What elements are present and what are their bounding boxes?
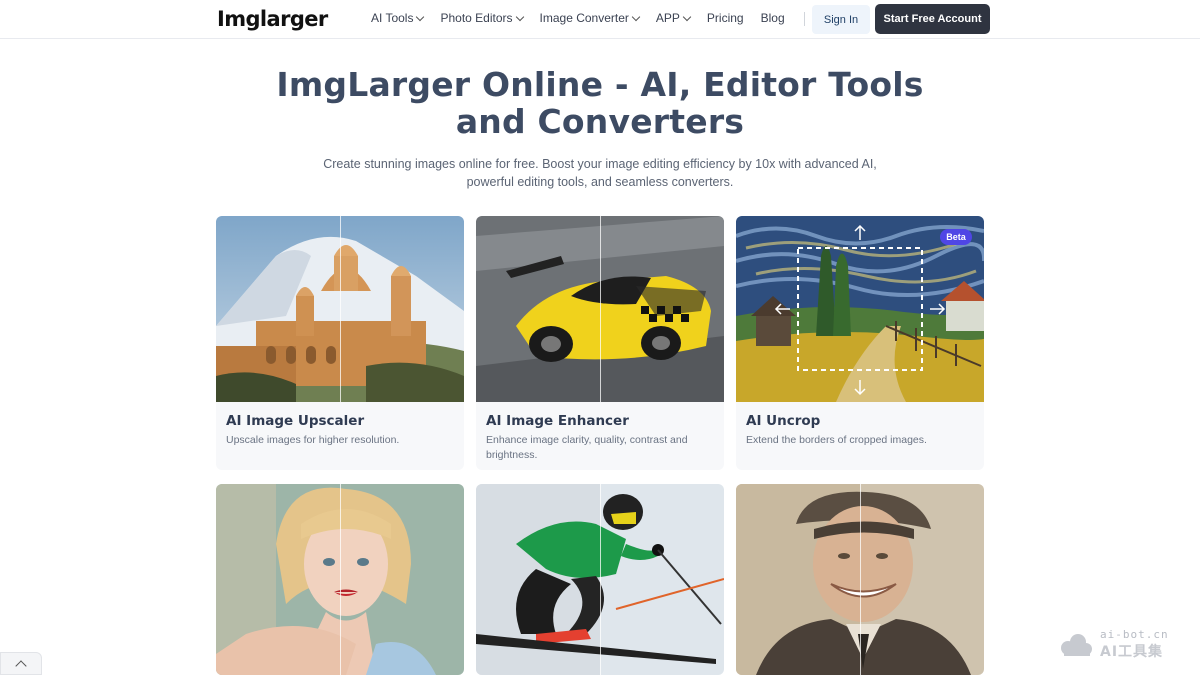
page-subtitle: Create stunning images online for free. … (320, 155, 880, 191)
sign-in-button[interactable]: Sign In (812, 5, 870, 34)
page-title-line: and Converters (455, 102, 745, 141)
nav-blog[interactable]: Blog (761, 11, 785, 25)
card-description: Upscale images for higher resolution. (226, 434, 400, 446)
page-title: ImgLarger Online - AI, Editor Tools and … (250, 66, 950, 140)
card-image-painted-landscape: Beta (736, 216, 984, 402)
card-description: Extend the borders of cropped images. (746, 434, 927, 446)
main-nav: AI Tools Photo Editors Image Converter A… (371, 11, 802, 25)
watermark-domain: ai-bot.cn (1100, 628, 1169, 641)
start-free-account-button[interactable]: Start Free Account (875, 4, 990, 34)
watermark-brand: AI工具集 (1100, 644, 1164, 660)
page-subtitle-line: powerful editing tools, and seamless con… (466, 175, 734, 189)
comparison-divider[interactable] (600, 216, 601, 402)
nav-app[interactable]: APP (655, 11, 692, 25)
chevron-down-icon (631, 12, 641, 21)
nav-pricing[interactable]: Pricing (707, 11, 744, 25)
tool-card-ai-image-upscaler[interactable]: AI Image Upscaler Upscale images for hig… (216, 216, 464, 470)
card-description: Enhance image clarity, quality, contrast… (486, 434, 688, 461)
chevron-down-icon (682, 12, 692, 21)
tool-card-portrait[interactable] (216, 484, 464, 675)
card-image-skier (476, 484, 724, 675)
chevron-down-icon (515, 12, 524, 21)
chevron-down-icon (416, 12, 425, 21)
nav-label: Photo Editors (440, 11, 513, 25)
watermark: ai-bot.cn AI工具集 (1056, 628, 1186, 660)
tool-card-ai-uncrop[interactable]: Beta AI Uncrop Extend the borders of cro… (736, 216, 984, 470)
comparison-divider[interactable] (600, 484, 601, 675)
card-image-old-man-portrait (736, 484, 984, 675)
cloud-logo-icon (1061, 634, 1092, 656)
tool-card-skier[interactable] (476, 484, 724, 675)
comparison-divider[interactable] (860, 484, 861, 675)
nav-label: AI Tools (371, 11, 414, 25)
nav-label: Pricing (706, 11, 744, 25)
chevron-up-icon (15, 659, 27, 672)
nav-label: Blog (760, 11, 785, 25)
page-subtitle-line: Create stunning images online for free. … (323, 157, 877, 171)
top-navbar: Imglarger AI Tools Photo Editors Image C… (0, 0, 1200, 39)
tool-card-ai-image-enhancer[interactable]: AI Image Enhancer Enhance image clarity,… (476, 216, 724, 470)
card-title: AI Uncrop (746, 413, 821, 429)
nav-photo-editors[interactable]: Photo Editors (440, 11, 524, 25)
comparison-divider[interactable] (340, 484, 341, 675)
card-image-race-car (476, 216, 724, 402)
page-title-line: ImgLarger Online - AI, Editor Tools (276, 65, 924, 104)
beta-badge: Beta (940, 229, 972, 245)
nav-image-converter[interactable]: Image Converter (539, 11, 641, 25)
nav-divider (804, 12, 805, 26)
site-logo[interactable]: Imglarger (217, 7, 328, 31)
nav-label: Image Converter (539, 11, 629, 25)
card-image-cathedral (216, 216, 464, 402)
tool-card-old-photo[interactable] (736, 484, 984, 675)
card-title: AI Image Upscaler (226, 413, 365, 429)
scroll-to-top-button[interactable] (0, 652, 42, 675)
comparison-divider[interactable] (340, 216, 341, 402)
card-title: AI Image Enhancer (486, 413, 629, 429)
card-image-blonde-portrait (216, 484, 464, 675)
nav-label: APP (655, 11, 680, 25)
nav-ai-tools[interactable]: AI Tools (371, 11, 425, 25)
